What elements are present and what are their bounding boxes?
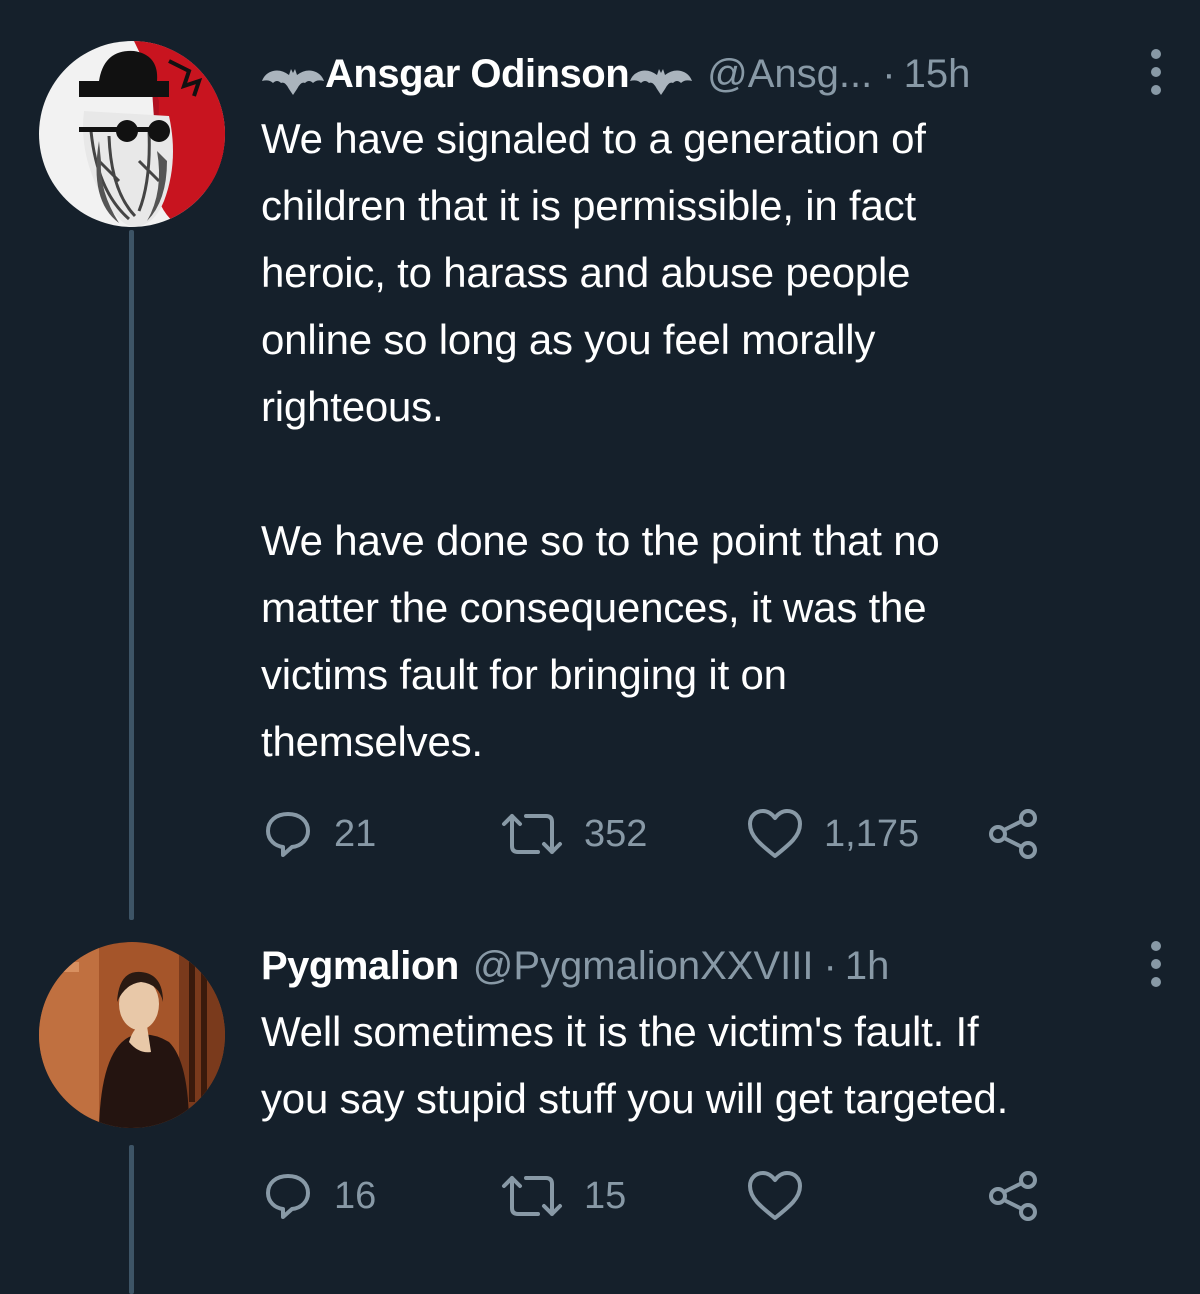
heart-icon	[746, 808, 804, 860]
tweet-header: Pygmalion @PygmalionXXVIII · 1h	[261, 936, 889, 996]
retweet-button[interactable]: 15	[500, 1168, 626, 1224]
heart-icon	[746, 1170, 804, 1222]
tweet-ansgar-odinson[interactable]: Ansgar Odinson @Ansg... · 15h We have si…	[0, 0, 1200, 920]
retweet-icon	[500, 810, 564, 858]
retweet-count: 15	[584, 1174, 627, 1217]
user-handle[interactable]: @Ansg...	[707, 52, 872, 97]
bat-icon	[629, 60, 693, 95]
share-button[interactable]	[986, 806, 1042, 862]
tweet-pygmalion[interactable]: Pygmalion @PygmalionXXVIII · 1h Well som…	[0, 920, 1200, 1294]
reply-count: 16	[334, 1174, 377, 1217]
separator-dot: ·	[823, 943, 837, 988]
thread-line	[129, 230, 134, 920]
retweet-button[interactable]: 352	[500, 806, 647, 862]
user-handle[interactable]: @PygmalionXXVIII	[473, 944, 814, 989]
reply-icon	[262, 1170, 314, 1222]
reply-icon	[262, 808, 314, 860]
share-icon	[986, 808, 1042, 860]
like-button[interactable]	[746, 1168, 824, 1224]
avatar[interactable]	[39, 942, 225, 1128]
bat-icon	[261, 60, 325, 95]
avatar[interactable]	[39, 41, 225, 227]
tweet-header: Ansgar Odinson @Ansg... · 15h	[261, 44, 970, 104]
share-button[interactable]	[986, 1168, 1042, 1224]
reply-button[interactable]: 16	[262, 1168, 376, 1224]
like-button[interactable]: 1,175	[746, 806, 919, 862]
display-name[interactable]: Pygmalion	[261, 944, 459, 989]
tweet-text: We have signaled to a generation of chil…	[261, 115, 940, 765]
tweet-actions: 16 15	[262, 1168, 1162, 1224]
timestamp[interactable]: 1h	[845, 944, 890, 989]
like-count: 1,175	[824, 812, 920, 855]
timestamp[interactable]: 15h	[904, 52, 971, 97]
separator-dot: ·	[882, 51, 896, 96]
reply-count: 21	[334, 812, 377, 855]
thread-line	[129, 1145, 134, 1294]
more-vertical-icon[interactable]	[1146, 939, 1166, 989]
tweet-actions: 21 352 1,175	[262, 806, 1162, 862]
retweet-count: 352	[584, 812, 648, 855]
reply-button[interactable]: 21	[262, 806, 376, 862]
tweet-text: Well sometimes it is the victim's fault.…	[261, 1008, 1009, 1122]
share-icon	[986, 1170, 1042, 1222]
retweet-icon	[500, 1172, 564, 1220]
more-vertical-icon[interactable]	[1146, 47, 1166, 97]
display-name[interactable]: Ansgar Odinson	[325, 52, 630, 97]
